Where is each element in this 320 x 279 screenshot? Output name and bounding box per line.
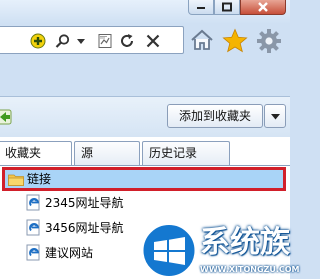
minimize-icon [197, 7, 205, 9]
ie-page-icon [26, 194, 40, 211]
watermark-url: WWW.XITONGZU.COM [200, 265, 300, 274]
add-to-favorites-dropdown[interactable] [264, 104, 286, 128]
favorite-link-label: 建议网站 [45, 246, 94, 260]
tab-divider [0, 165, 290, 166]
chevron-down-icon [271, 114, 280, 120]
favorite-link[interactable]: 3456网址导航 [26, 218, 146, 238]
add-to-favorites-button[interactable]: 添加到收藏夹 [167, 104, 263, 128]
tools-gear-icon[interactable] [256, 28, 282, 54]
tab-history[interactable]: 历史记录 [142, 141, 230, 165]
favorite-link[interactable]: 2345网址导航 [26, 193, 146, 213]
favorite-link[interactable]: 建议网站 [26, 243, 126, 263]
close-button[interactable] [240, 0, 286, 15]
address-bar[interactable] [0, 26, 184, 54]
home-icon[interactable] [190, 28, 214, 52]
favorite-link-label: 3456网址导航 [45, 221, 124, 235]
site-watermark: 系统族 WWW.XITONGZU.COM [140, 222, 300, 279]
search-icon[interactable] [55, 33, 71, 49]
favorite-link-label: 2345网址导航 [45, 196, 124, 210]
watermark-brand: 系统族 [200, 225, 290, 260]
maximize-icon [222, 2, 232, 12]
folder-icon [8, 174, 24, 186]
favorites-folder-links[interactable]: 链接 [2, 167, 286, 191]
maximize-button[interactable] [214, 0, 240, 15]
ie-page-icon [26, 244, 40, 261]
close-icon [258, 2, 268, 12]
dropdown-icon[interactable] [76, 33, 86, 49]
minimize-button[interactable] [188, 0, 214, 15]
windows-logo-icon [140, 222, 198, 279]
compat-view-icon[interactable] [97, 33, 113, 49]
folder-label: 链接 [27, 172, 52, 186]
tab-feeds[interactable]: 源 [74, 141, 140, 165]
compatibility-icon[interactable] [30, 33, 46, 49]
favorites-star-icon[interactable] [222, 28, 248, 54]
ie-page-icon [26, 219, 40, 236]
tab-favorites[interactable]: 收藏夹 [0, 141, 72, 166]
pin-favorites-arrow-icon[interactable] [0, 108, 14, 126]
stop-icon[interactable] [145, 33, 161, 49]
refresh-icon[interactable] [119, 33, 135, 49]
